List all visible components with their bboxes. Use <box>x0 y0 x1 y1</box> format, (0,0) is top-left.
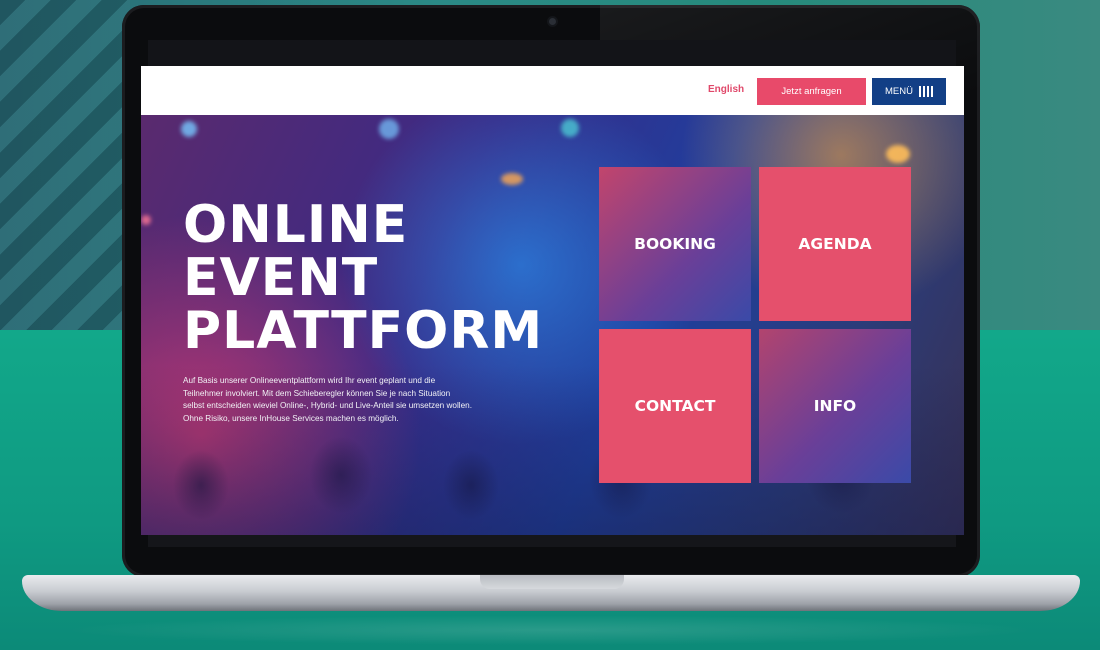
hero-section: ONLINE EVENT PLATTFORM Auf Basis unserer… <box>141 115 964 535</box>
tile-booking[interactable]: BOOKING <box>599 167 751 321</box>
menu-bars-icon <box>918 86 933 97</box>
hero-description: Auf Basis unserer Onlineeventplattform w… <box>183 376 472 423</box>
hero-title-line: PLATTFORM <box>183 301 544 361</box>
tile-info[interactable]: INFO <box>759 329 911 483</box>
tile-contact-label: CONTACT <box>634 397 716 415</box>
hero-title-line: ONLINE <box>183 195 409 255</box>
bokeh-light <box>141 215 151 225</box>
request-button[interactable]: Jetzt anfragen <box>757 78 866 105</box>
screen-bottom-strip <box>148 535 956 547</box>
laptop-screen: English Jetzt anfragen MENÜ ONLINE EVENT… <box>141 66 964 535</box>
laptop-reflection <box>60 615 1040 645</box>
bokeh-light <box>181 121 197 137</box>
laptop-base-notch <box>480 575 624 589</box>
camera-icon <box>549 18 556 25</box>
tile-contact[interactable]: CONTACT <box>599 329 751 483</box>
language-link[interactable]: English <box>708 84 744 95</box>
hero-title-line: EVENT <box>183 248 379 308</box>
background-stage-structure <box>0 0 130 330</box>
tile-info-label: INFO <box>813 397 857 415</box>
screen-top-strip <box>148 40 956 66</box>
bokeh-light <box>886 145 910 163</box>
bokeh-light <box>561 119 579 137</box>
tile-agenda[interactable]: AGENDA <box>759 167 911 321</box>
hero-title: ONLINE EVENT PLATTFORM <box>183 199 603 358</box>
bokeh-light <box>501 173 523 185</box>
menu-button-label: MENÜ <box>885 86 913 97</box>
tile-agenda-label: AGENDA <box>798 235 872 253</box>
menu-button[interactable]: MENÜ <box>872 78 946 105</box>
tile-booking-label: BOOKING <box>634 235 716 253</box>
site-header: English Jetzt anfragen MENÜ <box>141 66 964 115</box>
bokeh-light <box>379 119 399 139</box>
